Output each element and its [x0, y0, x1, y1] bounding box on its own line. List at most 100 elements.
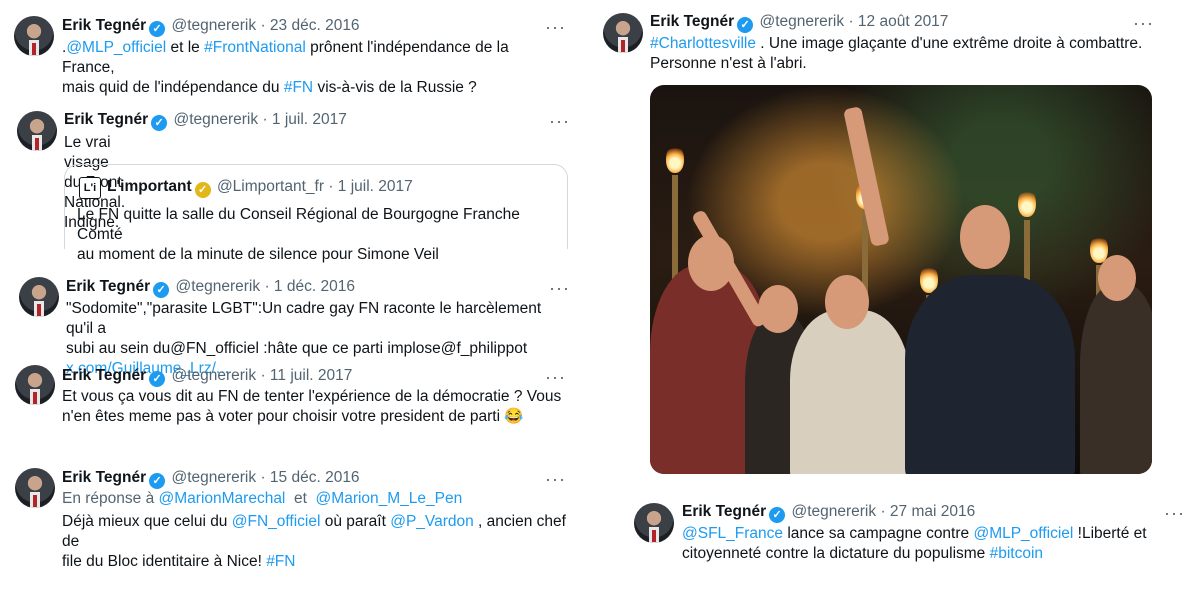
avatar[interactable] — [15, 468, 55, 508]
tweet-date[interactable]: 1 déc. 2016 — [274, 278, 355, 295]
mention-link[interactable]: @Marion_M_Le_Pen — [316, 490, 463, 507]
quoted-author-name[interactable]: L'important — [107, 178, 192, 195]
more-options-icon[interactable]: ··· — [549, 112, 570, 130]
verified-badge-icon: ✓ — [149, 473, 166, 489]
quoted-tweet-text: Le FN quitte la salle du Conseil Régiona… — [77, 205, 562, 265]
text-line: Personne n'est à l'abri. — [650, 55, 807, 72]
avatar[interactable] — [14, 16, 54, 56]
author-name[interactable]: Erik Tegnér — [64, 111, 148, 128]
more-options-icon[interactable]: ··· — [1164, 504, 1185, 522]
mention-link[interactable]: @SFL_France — [682, 525, 783, 542]
torch-flame — [1018, 189, 1036, 217]
mention-link[interactable]: @MLP_officiel — [973, 525, 1073, 542]
quoted-tweet-date[interactable]: 1 juil. 2017 — [338, 178, 413, 195]
reply-label: En réponse à — [62, 490, 159, 507]
author-name[interactable]: Erik Tegnér — [650, 13, 734, 30]
tweet-photo[interactable] — [650, 85, 1152, 474]
text-segment: lance sa campagne contre — [783, 525, 974, 542]
verified-badge-icon: ✓ — [149, 371, 166, 387]
text-segment: citoyenneté contre la dictature du popul… — [682, 545, 990, 562]
author-name[interactable]: Erik Tegnér — [62, 367, 146, 384]
text-line: au moment de la minute de silence pour S… — [77, 246, 439, 263]
separator-dot: · — [262, 111, 268, 128]
avatar[interactable] — [17, 111, 57, 151]
tweet-date[interactable]: 27 mai 2016 — [890, 503, 975, 520]
author-name[interactable]: Erik Tegnér — [62, 17, 146, 34]
hashtag-link[interactable]: #FrontNational — [204, 39, 306, 56]
text-segment: . Une image glaçante d'une extrême droit… — [755, 35, 1143, 52]
text-line: subi au sein du@FN_officiel :hâte que ce… — [66, 340, 528, 357]
author-name[interactable]: Erik Tegnér — [682, 503, 766, 520]
tweet-text: En réponse à @MarionMarechal et @Marion_… — [62, 489, 572, 572]
separator-dot: · — [260, 469, 266, 486]
verified-badge-icon: ✓ — [149, 21, 166, 37]
more-options-icon[interactable]: ··· — [549, 279, 570, 297]
reply-label: et — [285, 490, 316, 507]
tweet-date[interactable]: 1 juil. 2017 — [272, 111, 347, 128]
text-segment: Déjà mieux que celui du — [62, 513, 232, 530]
tweet-header: Erik Tegnér ✓ @tegnererik · 23 déc. 2016 — [62, 16, 360, 37]
person — [1080, 285, 1152, 474]
text-line: "Sodomite","parasite LGBT":Un cadre gay … — [66, 300, 542, 337]
separator-dot: · — [260, 17, 266, 34]
tweet-text: .@MLP_officiel et le #FrontNational prôn… — [62, 38, 562, 98]
text-line: n'en êtes meme pas à voter pour choisir … — [62, 408, 524, 425]
mention-link[interactable]: @FN_officiel — [232, 513, 321, 530]
tweet-text: @SFL_France lance sa campagne contre @ML… — [682, 524, 1182, 564]
torch-flame — [666, 145, 684, 173]
verified-badge-icon: ✓ — [769, 507, 786, 523]
more-options-icon[interactable]: ··· — [1133, 14, 1154, 32]
mention-link[interactable]: @MLP_officiel — [66, 39, 166, 56]
author-handle[interactable]: @tegnererik — [171, 367, 256, 384]
mention-link[interactable]: @MarionMarechal — [159, 490, 286, 507]
tweet-date[interactable]: 23 déc. 2016 — [270, 17, 360, 34]
avatar[interactable] — [634, 503, 674, 543]
author-handle[interactable]: @tegnererik — [791, 503, 876, 520]
mention-link[interactable]: @P_Vardon — [390, 513, 474, 530]
author-handle[interactable]: @tegnererik — [171, 469, 256, 486]
tweet-date[interactable]: 12 août 2017 — [858, 13, 949, 30]
person — [790, 310, 910, 474]
author-handle[interactable]: @tegnererik — [175, 278, 260, 295]
separator-dot: · — [328, 178, 334, 195]
separator-dot: · — [880, 503, 886, 520]
tweet-text: #Charlottesville . Une image glaçante d'… — [650, 34, 1160, 74]
tweet-text: Et vous ça vous dit au FN de tenter l'ex… — [62, 387, 562, 427]
hashtag-link[interactable]: #FN — [284, 79, 313, 96]
more-options-icon[interactable]: ··· — [545, 470, 566, 488]
person-face — [960, 205, 1010, 269]
text-line: Le FN quitte la salle du Conseil Régiona… — [77, 206, 520, 243]
tweet-date[interactable]: 15 déc. 2016 — [270, 469, 360, 486]
separator-dot: · — [264, 278, 270, 295]
reply-context: En réponse à @MarionMarechal et @Marion_… — [62, 489, 572, 509]
text-segment: mais quid de l'indépendance du — [62, 79, 284, 96]
person-face — [1098, 255, 1136, 301]
author-name[interactable]: Erik Tegnér — [66, 278, 150, 295]
tweet-date[interactable]: 11 juil. 2017 — [270, 367, 352, 384]
text-segment: file du Bloc identitaire à Nice! — [62, 553, 267, 570]
text-segment: où paraît — [320, 513, 391, 530]
author-handle[interactable]: @tegnererik — [173, 111, 258, 128]
separator-dot: · — [848, 13, 854, 30]
author-handle[interactable]: @tegnererik — [171, 17, 256, 34]
quoted-tweet[interactable]: L'i L'important ✓ @Limportant_fr · 1 juil… — [64, 164, 568, 263]
tweet-header: Erik Tegnér ✓ @tegnererik · 27 mai 2016 — [682, 502, 975, 523]
avatar[interactable] — [603, 13, 643, 53]
verified-badge-icon: ✓ — [737, 17, 754, 33]
more-options-icon[interactable]: ··· — [545, 18, 566, 36]
avatar[interactable] — [15, 365, 55, 405]
tweet-header: Erik Tegnér ✓ @tegnererik · 15 déc. 2016 — [62, 468, 360, 489]
hashtag-link[interactable]: #Charlottesville — [650, 35, 756, 52]
text-line: Et vous ça vous dit au FN de tenter l'ex… — [62, 388, 562, 405]
tweet-header: Erik Tegnér ✓ @tegnererik · 12 août 2017 — [650, 12, 948, 33]
hashtag-link[interactable]: #FN — [266, 553, 295, 570]
person-face — [758, 285, 798, 333]
tweet-header: Erik Tegnér ✓ @tegnererik · 1 déc. 2016 — [66, 277, 355, 298]
quoted-tweet-header: L'important ✓ @Limportant_fr · 1 juil. 20… — [107, 177, 413, 198]
author-handle[interactable]: @tegnererik — [759, 13, 844, 30]
author-name[interactable]: Erik Tegnér — [62, 469, 146, 486]
avatar[interactable] — [19, 277, 59, 317]
hashtag-link[interactable]: #bitcoin — [990, 545, 1043, 562]
more-options-icon[interactable]: ··· — [545, 368, 566, 386]
quoted-author-handle[interactable]: @Limportant_fr — [217, 178, 324, 195]
